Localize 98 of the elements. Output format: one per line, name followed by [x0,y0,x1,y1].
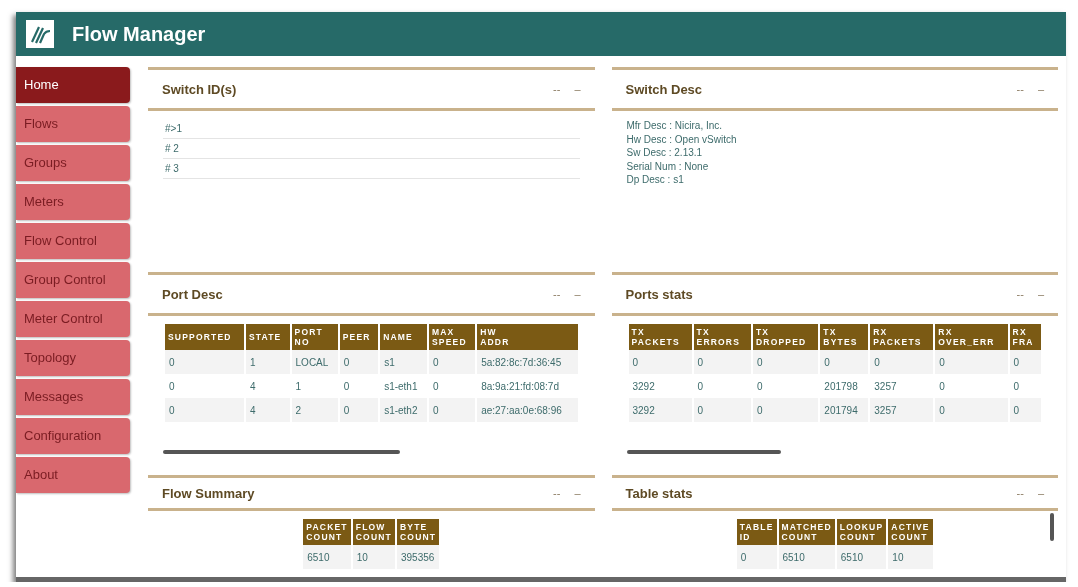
table-cell: 0 [165,350,244,374]
nav-item[interactable]: Group Control [16,262,130,298]
panel-control[interactable]: – [1037,83,1044,95]
table-cell: 0 [428,398,476,422]
panel-title: Table stats [625,485,694,501]
table-cell: 0 [935,398,1008,422]
table-cell: 3257 [870,398,934,422]
nav-item[interactable]: Topology [16,340,130,376]
desc-line: Hw Desc : Open vSwitch [626,132,738,146]
desc-line: Mfr Desc : Nicira, Inc. [626,119,724,133]
nav-item[interactable]: About [16,457,130,493]
table-cell: 2 [291,398,338,422]
panel-control[interactable]: -- [1016,487,1024,499]
table-cell: 0 [870,350,934,374]
table-cell: 0 [339,398,379,422]
desc-line: Sw Desc : 2.13.1 [626,146,704,160]
table-cell: 0 [1009,398,1041,422]
table-cell: s1 [380,350,427,374]
panel-title: Flow Summary [162,485,256,501]
table-cell: 10 [888,545,933,569]
table-cell: 395356 [397,545,440,569]
table-cell: 10 [352,545,395,569]
panel-control[interactable]: – [574,487,581,499]
nav-item[interactable]: Groups [16,145,130,181]
scrollbar[interactable] [1050,513,1054,541]
column-header: RX PACKETS [870,324,934,350]
panel-control[interactable]: -- [553,487,561,499]
nav-item[interactable]: Home [16,67,130,103]
column-header: LOOKUP COUNT [836,519,887,545]
table-cell: 6510 [836,545,887,569]
table-cell: 5a:82:8c:7d:36:45 [477,350,578,374]
column-header: RX OVER_ERR [935,324,1008,350]
app-title: Flow Manager [72,22,206,46]
panel-title: Ports stats [625,286,694,302]
table-cell: 0 [1009,350,1041,374]
column-header: RX FRA [1009,324,1041,350]
table-cell: 0 [693,350,751,374]
table-cell: LOCAL [291,350,338,374]
column-header: TABLE ID [736,519,777,545]
table-cell: 0 [935,350,1008,374]
nav-item[interactable]: Configuration [16,418,130,454]
desc-line: Dp Desc : s1 [626,173,685,187]
table-cell: s1-eth2 [380,398,427,422]
column-header: HW ADDR [477,324,578,350]
nav-item[interactable]: Meter Control [16,301,130,337]
panel-control[interactable]: -- [1016,83,1024,95]
table-cell: 0 [628,350,692,374]
column-header: TX BYTES [820,324,869,350]
panel-control[interactable]: -- [553,83,561,95]
switch-id-item[interactable]: # 3 [163,159,580,179]
panel-title: Port Desc [162,286,224,302]
nav-item[interactable]: Flow Control [16,223,130,259]
table-cell: 3292 [628,398,692,422]
table-cell: 0 [820,350,869,374]
desc-line: Serial Num : None [626,159,710,173]
table-cell: 0 [165,398,244,422]
column-header: NAME [380,324,427,350]
table-cell: 0 [693,398,751,422]
column-header: SUPPORTED [165,324,244,350]
column-header: MAX SPEED [428,324,476,350]
panel-title: Switch Desc [625,81,704,97]
scrollbar[interactable] [163,450,401,454]
panel-control[interactable]: -- [553,288,561,300]
table-cell: 4 [245,398,290,422]
table-cell: 6510 [303,545,351,569]
column-header: BYTE COUNT [397,519,440,545]
table-cell: 1 [245,350,290,374]
table-cell: 0 [752,350,819,374]
panel-control[interactable]: – [574,288,581,300]
nav-item[interactable]: Flows [16,106,130,142]
table-cell: 201794 [820,398,869,422]
switch-id-item[interactable]: #>1 [163,119,580,139]
column-header: PEER [339,324,379,350]
panel-control[interactable]: – [1037,487,1044,499]
column-header: TX PACKETS [628,324,692,350]
column-header: STATE [245,324,290,350]
logo-icon [26,20,54,48]
column-header: ACTIVE COUNT [888,519,933,545]
panel-title: Switch ID(s) [162,81,238,97]
panel-control[interactable]: -- [1016,288,1024,300]
table-cell: 6510 [778,545,835,569]
column-header: TX DROPPED [752,324,819,350]
nav-item[interactable]: Meters [16,184,130,220]
table-cell: 0 [736,545,777,569]
column-header: TX ERRORS [693,324,751,350]
column-header: PACKET COUNT [303,519,351,545]
panel-control[interactable]: – [574,83,581,95]
table-cell: ae:27:aa:0e:68:96 [477,398,578,422]
table-cell: 0 [339,350,379,374]
scrollbar[interactable] [626,450,781,454]
table-cell: 0 [752,398,819,422]
nav-item[interactable]: Messages [16,379,130,415]
switch-id-item[interactable]: # 2 [163,139,580,159]
panel-control[interactable]: – [1037,288,1044,300]
column-header: MATCHED COUNT [778,519,835,545]
table-cell: 0 [428,350,476,374]
column-header: FLOW COUNT [352,519,395,545]
column-header: PORT NO [291,324,338,350]
